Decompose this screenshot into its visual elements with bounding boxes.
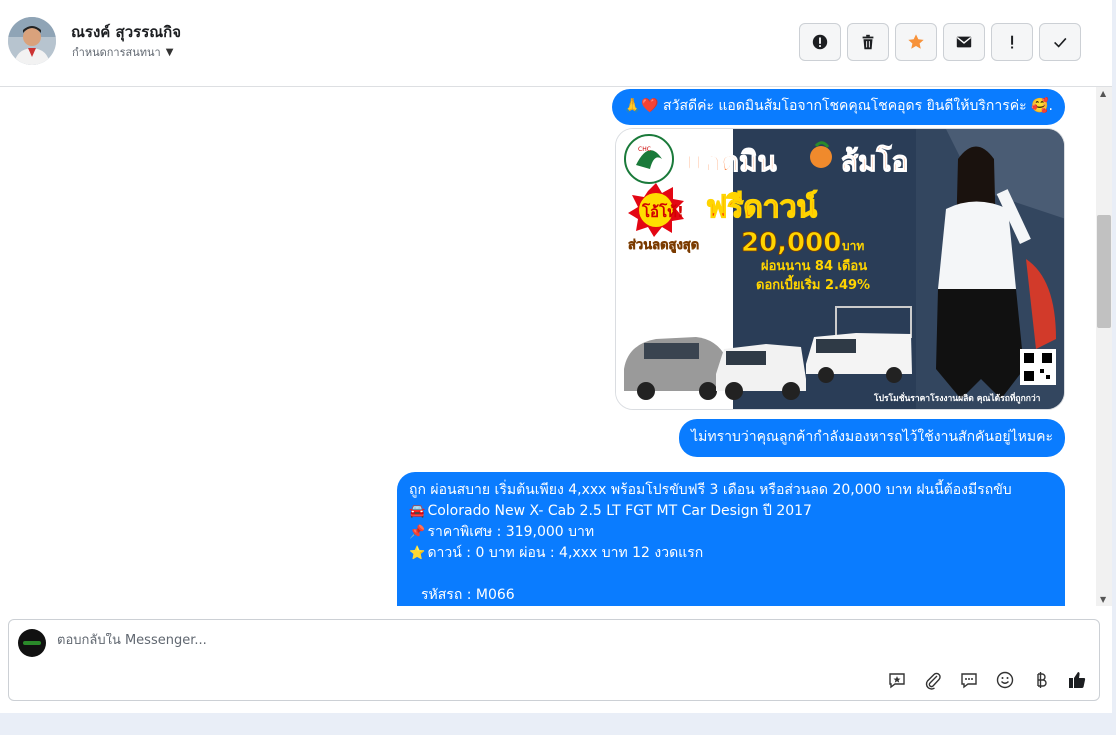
greeting-emoji-prefix: 🙏❤️ xyxy=(623,98,659,114)
star-icon xyxy=(908,34,924,49)
mark-unread-button[interactable] xyxy=(943,23,985,61)
reply-composer xyxy=(8,619,1100,701)
promo-graphic: CHC แอดมิน ส้มโอ โอ้โห้! ฟรีดาวน์ ส่วนลด… xyxy=(616,129,1064,409)
offer-line-4: ⭐ ดาวน์ : 0 บาท ผ่อน : 4,xxx บาท 12 งวดแ… xyxy=(409,543,1053,564)
offer-down-payment: ดาวน์ : 0 บาท ผ่อน : 4,xxx บาท 12 งวดแรก xyxy=(427,545,704,561)
report-spam-button[interactable] xyxy=(799,23,841,61)
envelope-icon xyxy=(956,36,972,48)
header-actions xyxy=(799,23,1081,61)
promo-discount-label: ส่วนลดสูงสุด xyxy=(628,238,699,253)
offer-line-2: 🚘 Colorado New X- Cab 2.5 LT FGT MT Car … xyxy=(409,501,1053,522)
thread-scrollbar[interactable]: ▲ ▼ xyxy=(1096,87,1112,606)
promo-discount-amount: 20,000 xyxy=(741,228,841,258)
caret-down-icon: ▼ xyxy=(165,46,174,58)
greeting-emoji-suffix: 🥰. xyxy=(1031,98,1053,114)
scroll-up-arrow-icon[interactable]: ▲ xyxy=(1100,89,1106,98)
contact-avatar[interactable] xyxy=(8,17,56,65)
promo-free-down: ฟรีดาวน์ xyxy=(706,190,818,225)
footer-bar xyxy=(0,713,1116,735)
car-icon: 🚘 xyxy=(409,504,426,519)
offer-blank-line xyxy=(409,564,1053,585)
logo-mark: CHC xyxy=(638,146,651,153)
chat-bubble-icon xyxy=(961,673,977,689)
payment-button[interactable] xyxy=(1031,670,1051,690)
quick-reply-button[interactable] xyxy=(959,670,979,690)
scroll-thumb[interactable] xyxy=(1097,215,1111,328)
offer-car-model: Colorado New X- Cab 2.5 LT FGT MT Car De… xyxy=(427,503,812,519)
offer-line-1: ถูก ผ่อนสบาย เริ่มต้นเพียง 4,xxx พร้อมโป… xyxy=(409,482,1012,498)
message-bubble-offer[interactable]: ถูก ผ่อนสบาย เริ่มต้นเพียง 4,xxx พร้อมโป… xyxy=(397,472,1065,606)
star-icon: ⭐ xyxy=(409,546,426,561)
conversation-header: ณรงค์ สุวรรณกิจ กำหนดการสนทนา ▼ xyxy=(0,0,1112,87)
message-bubble-question[interactable]: ไม่ทราบว่าคุณลูกค้ากำลังมองหารถไว้ใช้งาน… xyxy=(679,419,1065,457)
attach-file-button[interactable] xyxy=(923,670,943,690)
mark-important-button[interactable] xyxy=(991,23,1033,61)
star-button[interactable] xyxy=(895,23,937,61)
baht-icon xyxy=(1037,672,1047,688)
promo-discount-unit: บาท xyxy=(842,239,864,253)
saved-reply-icon xyxy=(889,673,905,689)
composer-tools xyxy=(887,670,1087,690)
thumbs-up-icon xyxy=(1069,672,1086,688)
trash-icon xyxy=(862,34,874,50)
checkmark-icon xyxy=(1054,37,1067,48)
saved-reply-button[interactable] xyxy=(887,670,907,690)
pushpin-icon: 📌 xyxy=(409,525,426,540)
page-logo xyxy=(23,641,41,645)
offer-price: ราคาพิเศษ : 319,000 บาท xyxy=(427,524,595,540)
exclamation-icon xyxy=(1011,35,1014,49)
car-sedan xyxy=(624,337,726,400)
contact-name[interactable]: ณรงค์ สุวรรณกิจ xyxy=(71,20,181,44)
greeting-text: สวัสดีค่ะ แอดมินส้มโอจากโชคคุณโชคอุดร ยิ… xyxy=(663,98,1027,114)
messenger-app: ณรงค์ สุวรรณกิจ กำหนดการสนทนา ▼ 🙏❤️ สวัส… xyxy=(0,0,1116,735)
paperclip-icon xyxy=(925,672,941,690)
alert-circle-icon xyxy=(812,34,828,50)
promo-installment: ผ่อนนาน 84 เดือน xyxy=(761,258,867,274)
smiley-icon xyxy=(996,671,1014,689)
assign-conversation-dropdown[interactable]: กำหนดการสนทนา ▼ xyxy=(72,43,173,61)
offer-car-code: รหัสรถ : M066 xyxy=(421,587,515,603)
page-avatar xyxy=(18,629,46,657)
delete-button[interactable] xyxy=(847,23,889,61)
promo-headline-1: แอดมิน xyxy=(686,145,777,178)
window-edge xyxy=(1112,0,1116,713)
avatar-photo xyxy=(8,17,56,65)
promo-image-attachment[interactable]: CHC แอดมิน ส้มโอ โอ้โห้! ฟรีดาวน์ ส่วนลด… xyxy=(615,128,1065,410)
promo-headline-2: ส้มโอ xyxy=(841,144,908,178)
promo-badge: โอ้โห้! xyxy=(641,202,684,221)
assign-label: กำหนดการสนทนา xyxy=(72,46,161,59)
message-thread[interactable]: 🙏❤️ สวัสดีค่ะ แอดมินส้มโอจากโชคคุณโชคอุด… xyxy=(0,87,1096,606)
mark-done-button[interactable] xyxy=(1039,23,1081,61)
like-button[interactable] xyxy=(1067,670,1087,690)
offer-line-3: 📌 ราคาพิเศษ : 319,000 บาท xyxy=(409,522,1053,543)
reply-input[interactable] xyxy=(57,633,757,648)
scroll-down-arrow-icon[interactable]: ▼ xyxy=(1100,595,1106,604)
message-bubble-greeting[interactable]: 🙏❤️ สวัสดีค่ะ แอดมินส้มโอจากโชคคุณโชคอุด… xyxy=(611,89,1065,125)
emoji-button[interactable] xyxy=(995,670,1015,690)
